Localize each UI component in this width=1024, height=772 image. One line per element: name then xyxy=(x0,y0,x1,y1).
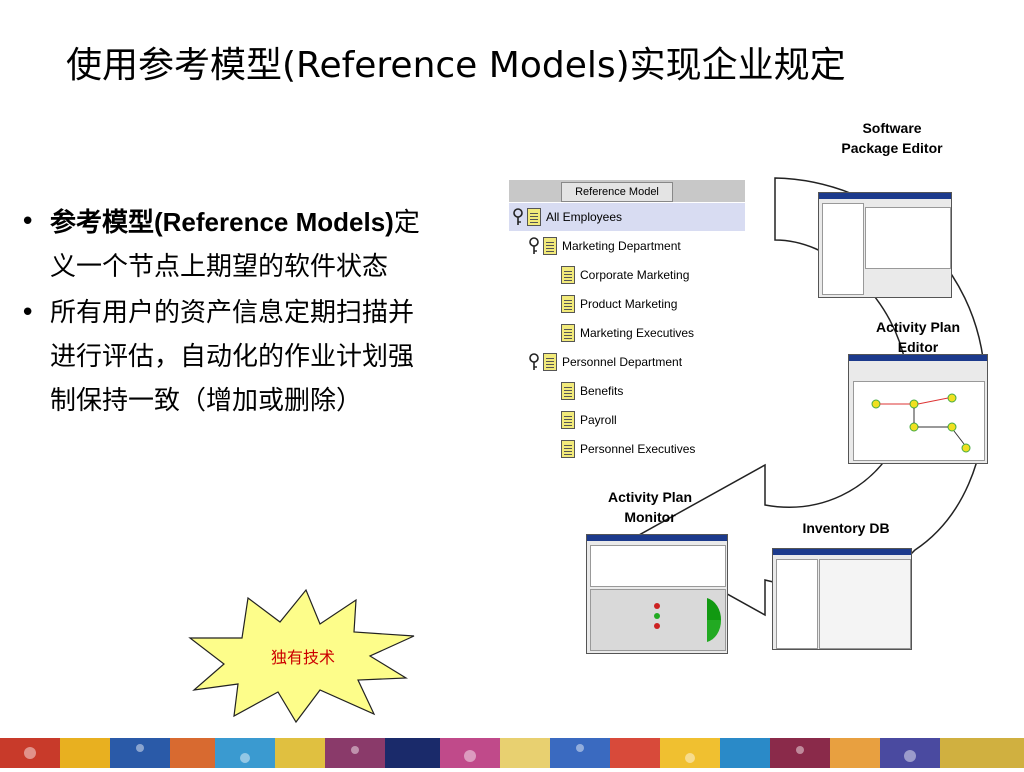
key-icon xyxy=(513,208,523,225)
bullet-marker: • xyxy=(20,298,36,328)
starburst-badge: 独有技术 xyxy=(188,586,418,726)
document-icon xyxy=(543,237,557,255)
activity-plan-editor-label: Activity Plan Editor xyxy=(875,319,961,355)
bullet-item: • 参考模型(Reference Models)定义一个节点上期望的软件状态 xyxy=(20,200,430,289)
key-icon xyxy=(529,353,539,370)
activity-graph-icon xyxy=(871,393,971,453)
bullet-text: 所有用户的资产信息定期扫描并进行评估，自动化的作业计划强制保持一致（增加或删除） xyxy=(50,298,415,416)
cycle-diagram: Software Package Editor Activity Plan Ed… xyxy=(560,110,1020,670)
document-icon xyxy=(527,208,541,226)
page-title: 使用参考模型(Reference Models)实现企业规定 xyxy=(66,45,846,86)
inventory-db-thumbnail xyxy=(772,548,912,650)
key-icon xyxy=(529,237,539,254)
inventory-db-label: Inventory DB xyxy=(802,520,890,536)
pie-chart-icon xyxy=(654,598,722,642)
activity-editor-thumbnail xyxy=(848,354,988,464)
bullet-bold-text: 参考模型(Reference Models) xyxy=(50,207,394,237)
document-icon xyxy=(543,353,557,371)
bullet-list: • 参考模型(Reference Models)定义一个节点上期望的软件状态 •… xyxy=(20,200,430,425)
decorative-footer-strip xyxy=(0,738,1024,768)
bullet-marker: • xyxy=(20,207,36,237)
activity-plan-monitor-label: Activity Plan Monitor xyxy=(607,489,693,525)
badge-label: 独有技术 xyxy=(270,648,335,667)
activity-monitor-thumbnail xyxy=(586,534,728,654)
software-package-editor-label: Software Package Editor xyxy=(841,120,943,156)
software-editor-thumbnail xyxy=(818,192,952,298)
bullet-item: • 所有用户的资产信息定期扫描并进行评估，自动化的作业计划强制保持一致（增加或删… xyxy=(20,291,430,423)
decorative-mosaic-icon xyxy=(0,738,1024,768)
